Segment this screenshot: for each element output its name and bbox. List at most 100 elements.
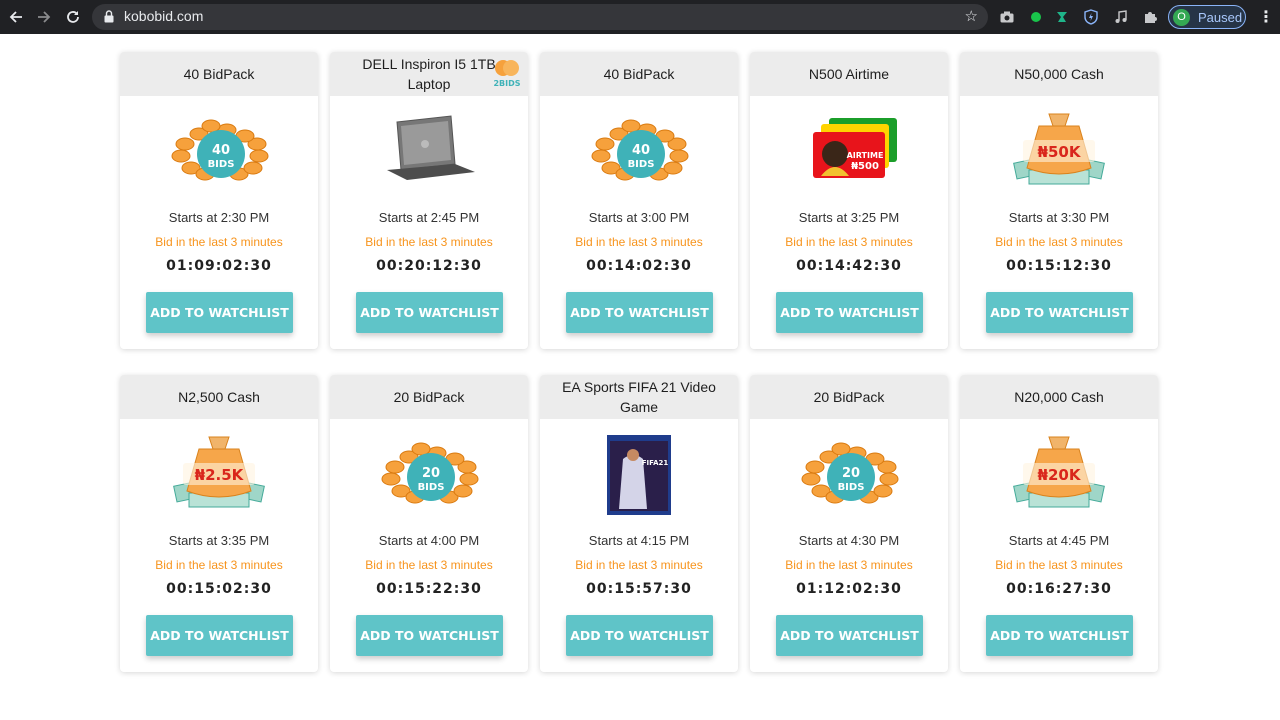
lock-icon (104, 10, 114, 23)
auction-card-8: EA Sports FIFA 21 Video Game FIFA21 Star… (540, 375, 738, 672)
card-title: N50,000 Cash (960, 52, 1158, 96)
add-to-watchlist-button[interactable]: ADD TO WATCHLIST (356, 292, 503, 333)
card-title: N20,000 Cash (960, 375, 1158, 419)
auction-card-9: 20 BidPack 20 BIDS Starts at 4:30 PM Bid… (750, 375, 948, 672)
game-title: FIFA21 (642, 459, 669, 467)
countdown-timer: 00:20:12:30 (376, 258, 482, 274)
card-title: N2,500 Cash (120, 375, 318, 419)
add-to-watchlist-button[interactable]: ADD TO WATCHLIST (986, 292, 1133, 333)
product-image-airtime[interactable]: AIRTIME ₦500 (799, 106, 899, 192)
countdown-timer: 01:12:02:30 (796, 581, 902, 597)
auction-card-1: 40 BidPack 40 BIDS Starts at 2:30 PM Bid… (120, 52, 318, 349)
bid-note: Bid in the last 3 minutes (365, 235, 493, 249)
card-title-text: 20 BidPack (393, 389, 465, 405)
bid-note: Bid in the last 3 minutes (155, 558, 283, 572)
bidpack-number: 20 (842, 466, 860, 481)
auction-card-4: N500 Airtime AIRTIME ₦500 Starts at 3:25… (750, 52, 948, 349)
bidpack-number: 40 (632, 143, 650, 158)
start-time: Starts at 4:00 PM (378, 533, 480, 548)
countdown-timer: 00:16:27:30 (1006, 581, 1112, 597)
bid-note: Bid in the last 3 minutes (995, 558, 1123, 572)
add-to-watchlist-button[interactable]: ADD TO WATCHLIST (566, 615, 713, 656)
bid-note: Bid in the last 3 minutes (785, 558, 913, 572)
add-to-watchlist-button[interactable]: ADD TO WATCHLIST (776, 615, 923, 656)
card-title-text: 40 BidPack (183, 66, 255, 82)
start-time: Starts at 4:15 PM (588, 533, 690, 548)
puzzle-icon[interactable] (1141, 8, 1159, 26)
card-title: 40 BidPack (540, 52, 738, 96)
bidpack-label: BIDS (838, 482, 865, 493)
camera-icon[interactable] (998, 8, 1016, 26)
card-title-text: DELL Inspiron I5 1TB Laptop (362, 56, 496, 92)
countdown-timer: 00:14:42:30 (796, 258, 902, 274)
airtime-amount: ₦500 (851, 161, 879, 172)
product-image-cash-bag[interactable]: ₦2.5K (169, 429, 269, 515)
svg-text:2BIDS: 2BIDS (493, 79, 520, 88)
profile-status: Paused (1198, 9, 1243, 25)
add-to-watchlist-button[interactable]: ADD TO WATCHLIST (776, 292, 923, 333)
card-title-text: N2,500 Cash (178, 389, 260, 405)
card-title-text: 40 BidPack (603, 66, 675, 82)
add-to-watchlist-button[interactable]: ADD TO WATCHLIST (356, 615, 503, 656)
cash-amount: ₦2.5K (195, 466, 245, 484)
menu-icon[interactable]: ⋮ (1258, 7, 1274, 26)
cash-amount: ₦50K (1038, 143, 1082, 161)
auction-card-2: DELL Inspiron I5 1TB Laptop Starts at 2:… (330, 52, 528, 349)
countdown-timer: 00:15:57:30 (586, 581, 692, 597)
bidpack-label: BIDS (208, 159, 235, 170)
card-title-text: 20 BidPack (813, 389, 885, 405)
card-title: 20 BidPack (750, 375, 948, 419)
star-icon[interactable]: ☆ (965, 7, 978, 25)
back-icon[interactable] (5, 6, 27, 28)
add-to-watchlist-button[interactable]: ADD TO WATCHLIST (986, 615, 1133, 656)
product-image-fifa-game[interactable]: FIFA21 (589, 429, 689, 515)
extension-icon[interactable] (1053, 8, 1071, 26)
address-bar[interactable]: kobobid.com ☆ (92, 4, 988, 30)
auction-card-3: 40 BidPack 40 BIDS Starts at 3:00 PM Bid… (540, 52, 738, 349)
product-image-cash-bag[interactable]: ₦20K (1009, 429, 1109, 515)
shield-icon[interactable] (1082, 8, 1100, 26)
bid-note: Bid in the last 3 minutes (785, 235, 913, 249)
product-image-bidpack-40[interactable]: 40 BIDS (589, 106, 689, 192)
music-icon[interactable] (1112, 8, 1130, 26)
green-dot-icon[interactable] (1027, 8, 1045, 26)
auction-card-5: N50,000 Cash ₦50K Starts at 3:30 PM Bid … (960, 52, 1158, 349)
countdown-timer: 00:14:02:30 (586, 258, 692, 274)
start-time: Starts at 4:45 PM (1008, 533, 1110, 548)
card-title-text: N500 Airtime (808, 66, 890, 82)
start-time: Starts at 3:00 PM (588, 210, 690, 225)
card-title: N500 Airtime (750, 52, 948, 96)
card-title-text: EA Sports FIFA 21 Video Game (562, 379, 716, 415)
bidpack-label: BIDS (418, 482, 445, 493)
profile-button[interactable]: O Paused (1168, 5, 1246, 29)
product-image-cash-bag[interactable]: ₦50K (1009, 106, 1109, 192)
auction-card-7: 20 BidPack 20 BIDS Starts at 4:00 PM Bid… (330, 375, 528, 672)
countdown-timer: 00:15:12:30 (1006, 258, 1112, 274)
bids-badge-icon: 2BIDS (492, 58, 522, 90)
countdown-timer: 00:15:22:30 (376, 581, 482, 597)
add-to-watchlist-button[interactable]: ADD TO WATCHLIST (146, 615, 293, 656)
add-to-watchlist-button[interactable]: ADD TO WATCHLIST (146, 292, 293, 333)
bid-note: Bid in the last 3 minutes (575, 235, 703, 249)
card-title-text: N50,000 Cash (1014, 66, 1104, 82)
bid-note: Bid in the last 3 minutes (995, 235, 1123, 249)
product-image-bidpack-20[interactable]: 20 BIDS (799, 429, 899, 515)
auction-card-10: N20,000 Cash ₦20K Starts at 4:45 PM Bid … (960, 375, 1158, 672)
browser-toolbar: kobobid.com ☆ O Paused ⋮ (0, 0, 1280, 34)
bidpack-number: 40 (212, 143, 230, 158)
reload-icon[interactable] (62, 6, 84, 28)
bidpack-number: 20 (422, 466, 440, 481)
product-image-laptop[interactable] (379, 106, 479, 192)
start-time: Starts at 3:35 PM (168, 533, 270, 548)
bid-note: Bid in the last 3 minutes (575, 558, 703, 572)
countdown-timer: 00:15:02:30 (166, 581, 272, 597)
bid-note: Bid in the last 3 minutes (155, 235, 283, 249)
countdown-timer: 01:09:02:30 (166, 258, 272, 274)
start-time: Starts at 3:25 PM (798, 210, 900, 225)
cash-amount: ₦20K (1038, 466, 1082, 484)
product-image-bidpack-40[interactable]: 40 BIDS (169, 106, 269, 192)
start-time: Starts at 4:30 PM (798, 533, 900, 548)
add-to-watchlist-button[interactable]: ADD TO WATCHLIST (566, 292, 713, 333)
product-image-bidpack-20[interactable]: 20 BIDS (379, 429, 479, 515)
forward-icon[interactable] (33, 6, 55, 28)
